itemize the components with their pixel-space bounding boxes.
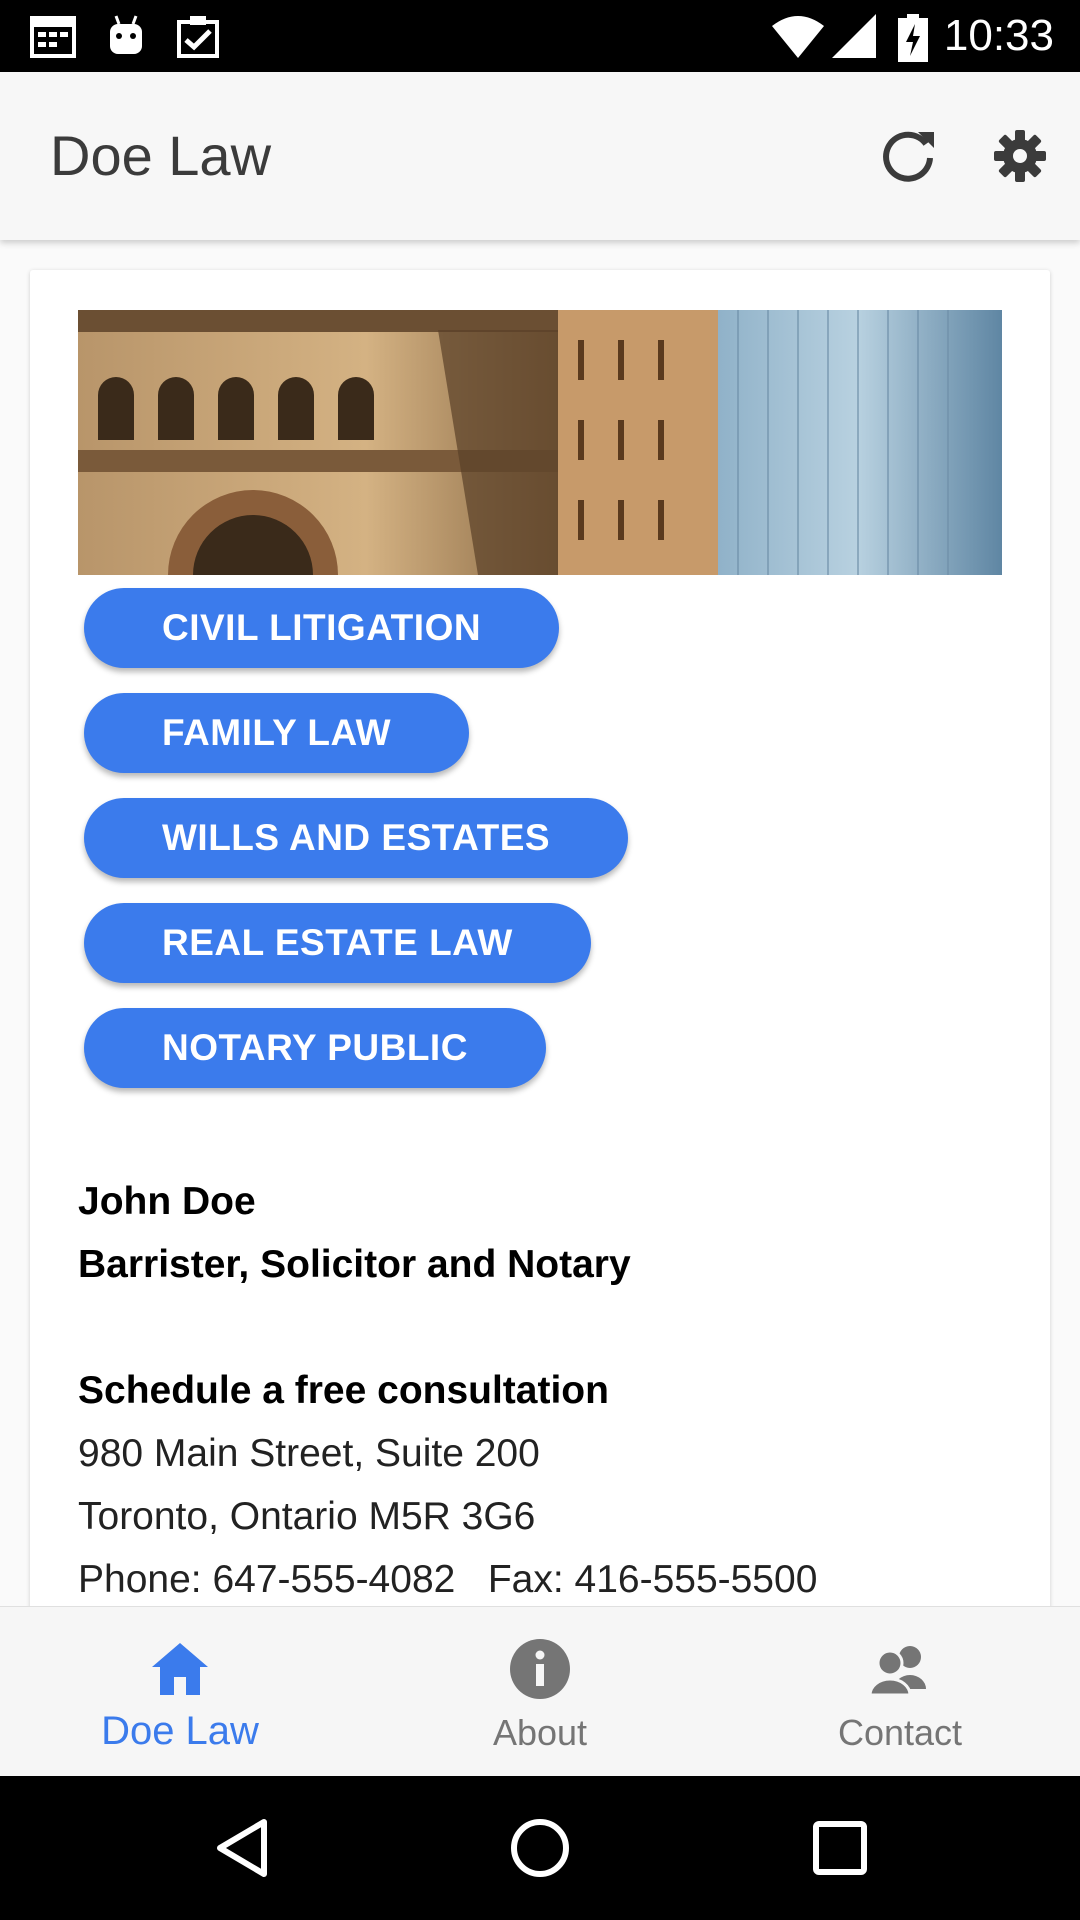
info-icon (510, 1639, 570, 1699)
status-time: 10:33 (943, 11, 1054, 60)
status-bar: 10:33 (0, 0, 1080, 72)
android-icon (110, 15, 142, 54)
recents-icon[interactable] (804, 1812, 876, 1884)
app-title: Doe Law (50, 124, 272, 187)
signal-icon (832, 14, 876, 58)
system-navigation-bar (0, 1776, 1080, 1920)
service-chip-notary-public[interactable]: NOTARY PUBLIC (84, 1008, 546, 1088)
home-icon (152, 1643, 208, 1695)
nav-label-doe-law: Doe Law (101, 1709, 259, 1753)
consultation-heading: Schedule a free consultation (78, 1369, 609, 1412)
home-circle-icon[interactable] (504, 1812, 576, 1884)
wifi-icon (772, 16, 824, 58)
service-chip-family-law[interactable]: FAMILY LAW (84, 693, 470, 773)
nav-item-about[interactable]: About (360, 1607, 720, 1777)
service-chip-civil-litigation[interactable]: CIVIL LITIGATION (84, 588, 560, 668)
contacts-icon (868, 1646, 926, 1697)
refresh-icon[interactable] (876, 124, 940, 188)
app-bar: Doe Law (0, 72, 1080, 240)
address-line-1: 980 Main Street, Suite 200 (78, 1432, 540, 1475)
lawyer-title: Barrister, Solicitor and Notary (78, 1243, 631, 1286)
main-content[interactable]: CIVIL LITIGATION FAMILY LAW WILLS AND ES… (0, 240, 1080, 1606)
address-line-2: Toronto, Ontario M5R 3G6 (78, 1495, 536, 1538)
back-icon[interactable] (206, 1812, 278, 1884)
settings-gear-icon[interactable] (988, 124, 1052, 188)
nav-label-contact: Contact (837, 1712, 963, 1753)
firm-card: CIVIL LITIGATION FAMILY LAW WILLS AND ES… (30, 270, 1050, 1606)
lawyer-name: John Doe (78, 1180, 256, 1223)
service-chip-wills-and-estates[interactable]: WILLS AND ESTATES (84, 798, 629, 878)
phone-fax[interactable]: Phone: 647-555-4082 Fax: 416-555-5500 (78, 1548, 998, 1606)
bottom-navigation: Doe Law About Contact (0, 1606, 1080, 1776)
battery-charging-icon (898, 14, 928, 62)
clipboard-check-icon (177, 16, 219, 58)
firm-info: John Doe Barrister, Solicitor and Notary… (78, 1170, 998, 1606)
calendar-icon (30, 16, 76, 58)
nav-label-about: About (492, 1712, 588, 1753)
hero-image (78, 310, 1002, 575)
service-chip-real-estate-law[interactable]: REAL ESTATE LAW (84, 903, 591, 983)
services-list: CIVIL LITIGATION FAMILY LAW WILLS AND ES… (84, 588, 629, 1113)
nav-item-doe-law[interactable]: Doe Law (0, 1607, 360, 1777)
nav-item-contact[interactable]: Contact (720, 1607, 1080, 1777)
